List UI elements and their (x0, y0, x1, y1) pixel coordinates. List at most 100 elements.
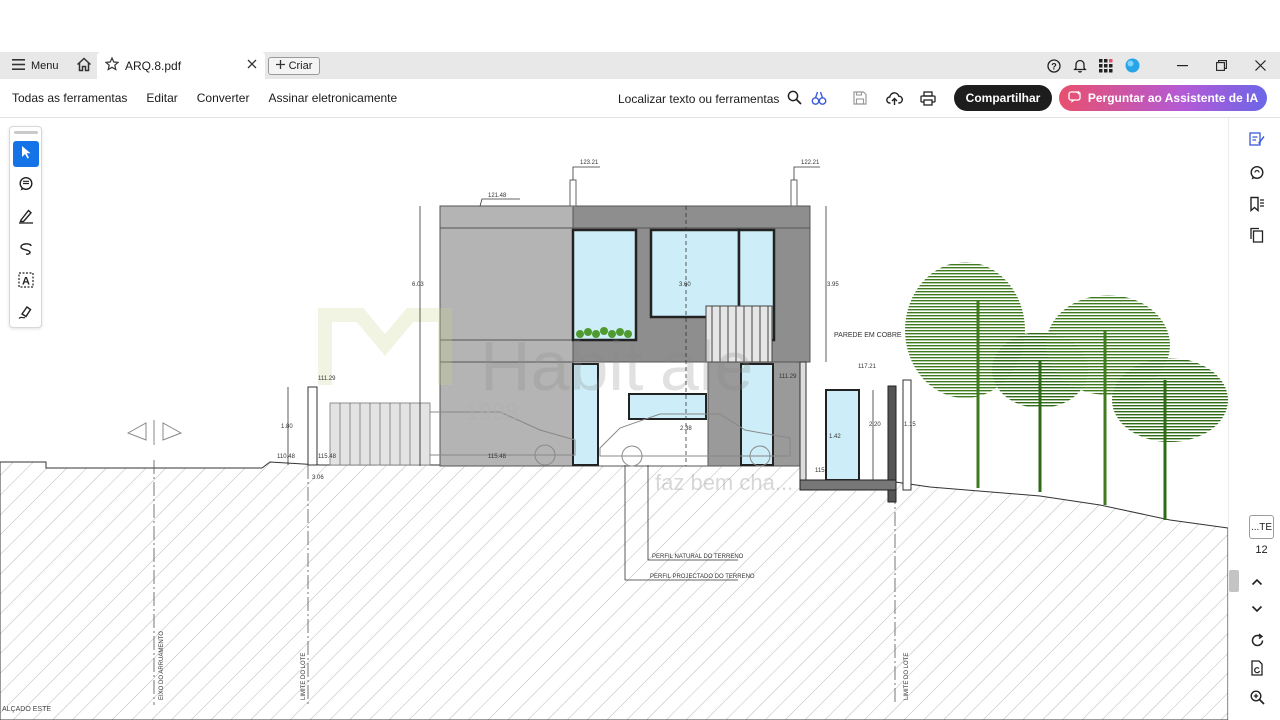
hamburger-icon (12, 58, 25, 73)
cursor-arrow-icon (20, 145, 32, 164)
dim-label: 3.06 (312, 475, 324, 481)
sign-menu[interactable]: Assinar eletronicamente (268, 91, 397, 105)
home-button[interactable] (69, 52, 99, 79)
save-icon[interactable] (850, 88, 870, 108)
print-icon[interactable] (918, 88, 938, 108)
dim-label: 1.42 (829, 434, 841, 440)
select-tool-button[interactable] (13, 141, 39, 167)
page-refresh-icon[interactable] (1246, 657, 1268, 679)
dim-label: 2.38 (680, 426, 692, 432)
dim-label: 115.48 (488, 454, 507, 460)
panel-grip[interactable] (14, 131, 38, 134)
vertical-scrollbar-thumb[interactable] (1229, 570, 1239, 592)
edit-pdf-icon[interactable] (1246, 128, 1268, 150)
text-box-tool-button[interactable]: A (13, 269, 39, 295)
star-icon[interactable] (104, 56, 120, 74)
page-down-icon[interactable] (1246, 598, 1268, 620)
marker-pen-icon (18, 208, 34, 229)
comment-panel-icon[interactable] (1246, 162, 1268, 184)
svg-text:ale: ale (660, 327, 753, 405)
dim-label: 6.03 (412, 282, 424, 288)
apps-grid-icon[interactable] (1093, 52, 1119, 79)
help-icon[interactable]: ? (1041, 52, 1067, 79)
search-icon (787, 90, 803, 108)
terrain-section (0, 461, 1228, 720)
menu-label: Menu (31, 59, 59, 72)
restore-button[interactable] (1202, 52, 1241, 79)
window-w04 (571, 228, 638, 342)
page-up-icon[interactable] (1246, 571, 1268, 593)
dim-label: 2.20 (869, 422, 881, 428)
terrain-projected-label: PERFIL PROJECTADO DO TERRENO (650, 574, 755, 580)
highlight-tool-button[interactable] (13, 205, 39, 231)
minimize-button[interactable] (1163, 52, 1202, 79)
quick-tools-panel: A (9, 126, 42, 328)
close-tab-icon[interactable] (247, 59, 257, 72)
svg-text:A: A (22, 275, 30, 287)
main-toolbar: Todas as ferramentas Editar Converter As… (0, 79, 1280, 118)
draw-tool-button[interactable] (13, 237, 39, 263)
comment-add-icon (18, 176, 34, 197)
bell-icon[interactable] (1067, 52, 1093, 79)
watermark-logo: Habit ale (318, 308, 753, 405)
dim-label: 3.95 (827, 282, 839, 288)
terrain-natural-label: PERFIL NATURAL DO TERRENO (652, 554, 744, 560)
page-number: 12 (1255, 544, 1268, 556)
find-tools-button[interactable]: Localizar texto ou ferramentas (618, 79, 803, 118)
tab-title: ARQ.8.pdf (125, 58, 182, 73)
close-window-button[interactable] (1241, 52, 1280, 79)
lot-limit-label: LIMITE DO LOTE (301, 653, 307, 700)
dim-label: 121.48 (488, 193, 507, 199)
text-select-icon: A (18, 271, 34, 293)
window-controls: ? (1041, 52, 1280, 79)
dim-label: 115 (815, 468, 825, 474)
document-canvas[interactable]: Habit ale 1998 faz bem cha... 123.21 122… (0, 118, 1228, 720)
elevation-title: ALÇADO ESTE (2, 706, 52, 713)
ai-assistant-button[interactable]: Perguntar ao Assistente de IA (1059, 85, 1267, 111)
create-label: Criar (288, 60, 313, 72)
document-tab[interactable]: ARQ.8.pdf (97, 52, 265, 79)
dim-label: 3.60 (679, 282, 691, 288)
axis-label: EIXO DO ARRUAMENTO (159, 631, 165, 700)
all-tools-menu[interactable]: Todas as ferramentas (12, 91, 127, 105)
ai-label: Perguntar ao Assistente de IA (1087, 91, 1259, 105)
lot-limit-label: LIMITE DO LOTE (904, 653, 910, 700)
plus-icon (275, 60, 285, 72)
dim-label: 115.48 (318, 454, 337, 460)
find-label: Localizar texto ou ferramentas (618, 91, 780, 106)
profile-avatar-icon[interactable] (1119, 52, 1145, 79)
share-button[interactable]: Compartilhar (954, 85, 1052, 111)
watermark-tagline: faz bem cha... (655, 470, 793, 495)
zoom-in-icon[interactable] (1246, 686, 1268, 708)
window-top-strip (0, 0, 1280, 52)
ai-sparkle-icon (1068, 90, 1082, 107)
upload-cloud-icon[interactable] (884, 88, 904, 108)
share-label: Compartilhar (965, 91, 1041, 105)
elevation-drawing: Habit ale 1998 faz bem cha... 123.21 122… (0, 160, 1228, 720)
page-thumbnail-box[interactable]: ...TE (1249, 515, 1274, 539)
dim-label: 123.21 (580, 160, 599, 166)
copy-pages-icon[interactable] (1246, 224, 1268, 246)
sign-tool-button[interactable] (13, 301, 39, 327)
dim-label: 122.21 (801, 160, 820, 166)
create-button[interactable]: Criar (268, 57, 320, 75)
dim-label: 110.48 (277, 454, 296, 460)
home-icon (76, 56, 92, 75)
wall-label: PAREDE EM COBRE (834, 332, 902, 339)
edit-menu[interactable]: Editar (146, 91, 177, 105)
compare-icon[interactable] (809, 88, 829, 108)
rotate-icon[interactable] (1246, 629, 1268, 651)
dim-label: 111.29 (779, 374, 797, 380)
tree-4 (1112, 358, 1228, 520)
window-w05 (649, 228, 741, 319)
watermark-year: 1998 (465, 399, 518, 426)
menu-button[interactable]: Menu (0, 52, 69, 79)
svg-text:?: ? (1051, 61, 1057, 71)
dim-label: 1.15 (904, 422, 916, 428)
comment-tool-button[interactable] (13, 173, 39, 199)
gate (329, 402, 431, 466)
bookmark-icon[interactable] (1246, 193, 1268, 215)
convert-menu[interactable]: Converter (197, 91, 250, 105)
freehand-lasso-icon (18, 240, 34, 261)
dim-label: 111.29 (318, 376, 336, 382)
